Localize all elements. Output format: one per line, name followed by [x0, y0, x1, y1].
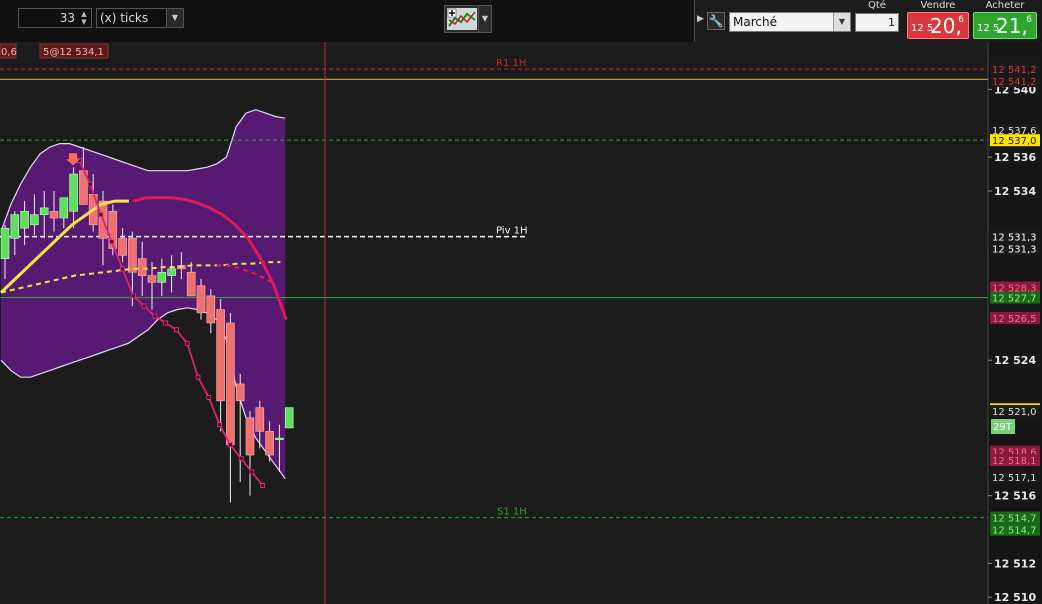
signal-marker: [152, 313, 158, 319]
price-tag-label: 12 527,7: [992, 294, 1037, 305]
signal-marker: [227, 442, 233, 448]
order-type-select[interactable]: Marché ▼: [729, 12, 851, 32]
chevron-down-icon[interactable]: ▼: [833, 13, 850, 31]
level-label-r1-1h: R1 1H: [496, 58, 526, 69]
price-tag-label: 12 531,3: [992, 233, 1037, 244]
sell-button[interactable]: 12 5 20, 6: [907, 12, 969, 39]
signal-marker: [238, 456, 244, 461]
buy-label: Acheter: [985, 0, 1025, 11]
signal-marker: [174, 327, 179, 333]
top-toolbar: 33 ▲ ▼ (x) ticks ▼ ▼ ▶ 🔧 Marché ▼ Qté 1 V…: [0, 0, 1042, 43]
candle-body: [284, 407, 294, 429]
candle-body: [0, 227, 10, 259]
price-tag-label: 12 541,2: [992, 65, 1037, 76]
price-chart[interactable]: R1 1H Piv 1H S1 1H 12 510 12 512 12 516 12 52…: [0, 42, 1042, 604]
signal-marker: [109, 239, 115, 245]
candle-body: [275, 437, 284, 440]
signal-marker: [98, 212, 104, 218]
price-tag-label: 12 541,2: [992, 77, 1037, 88]
price-tag-label: 12 531,3: [992, 245, 1037, 256]
candle-body: [49, 210, 59, 219]
candle-body: [118, 238, 127, 256]
candle-body: [10, 214, 20, 239]
candle-body: [167, 268, 176, 276]
tick-count-value: 33: [59, 11, 75, 25]
price-tag-label: 12 514,7: [992, 514, 1037, 525]
add-indicator-icon: [447, 8, 477, 30]
play-icon[interactable]: ▶: [697, 14, 704, 24]
level-label-piv-1h: Piv 1H: [496, 226, 528, 237]
price-tag-label: 12 537,0: [992, 136, 1037, 147]
candle-body: [69, 173, 78, 212]
price-tag-label: 12 517,1: [992, 473, 1037, 484]
wrench-icon[interactable]: 🔧: [707, 12, 725, 30]
candle-body: [216, 309, 225, 402]
axis-tick-label: 12 536: [994, 151, 1036, 164]
signal-marker: [184, 340, 190, 346]
signal-marker: [120, 266, 125, 272]
qty-label: Qté: [868, 0, 886, 11]
price-tags: 12 541,212 541,212 537,612 537,012 531,3…: [990, 63, 1040, 537]
info-label-2: 5@12 534,1: [43, 47, 104, 58]
axis-tick-label: 12 524: [994, 354, 1036, 367]
sell-label: Vendre: [920, 0, 956, 11]
candle-body: [128, 238, 137, 273]
candle-body: [147, 275, 157, 283]
buy-price-main: 21,: [996, 14, 1028, 38]
countdown-badge: 29T: [991, 419, 1015, 434]
candle-body: [59, 197, 69, 219]
candle-body: [226, 322, 235, 446]
signal-marker: [249, 469, 255, 475]
candle-body: [196, 285, 206, 314]
tick-unit-label: (x) ticks: [100, 11, 149, 25]
order-type-value: Marché: [733, 15, 777, 29]
chart-tools-button[interactable]: ▼: [444, 5, 492, 33]
candle-body: [265, 431, 274, 456]
candle-body: [20, 210, 29, 229]
candle-body: [206, 295, 216, 324]
signal-marker: [141, 303, 147, 309]
chevron-down-icon[interactable]: ▼: [166, 9, 183, 27]
spinner-arrows-icon[interactable]: ▲ ▼: [78, 10, 90, 26]
top-left-info: 0,6 5@12 534,1: [0, 43, 109, 59]
price-tag-label: 12 526,5: [992, 314, 1037, 325]
qty-input[interactable]: 1: [855, 13, 899, 32]
signal-marker: [206, 395, 212, 400]
signal-marker: [163, 320, 169, 326]
candle-body: [157, 271, 167, 283]
tick-count-spinner[interactable]: 33 ▲ ▼: [18, 8, 92, 28]
axis-tick-label: 12 510: [994, 591, 1036, 604]
order-panel: ▶ 🔧 Marché ▼ Qté 1 Vendre Acheter 12 5 2…: [694, 0, 1041, 43]
axis-tick-label: 12 516: [994, 490, 1036, 503]
level-label-s1-1h: S1 1H: [497, 507, 527, 518]
info-label-1: 0,6: [1, 47, 17, 58]
axis-tick-label: 12 512: [994, 557, 1036, 570]
sell-price-sup: 6: [958, 15, 964, 25]
candle-body: [186, 271, 196, 297]
price-tag-label: 12 518,1: [992, 456, 1037, 467]
candle-body: [255, 407, 265, 432]
signal-marker: [260, 483, 266, 488]
signal-marker: [87, 181, 93, 187]
axis-tick-label: 12 534: [994, 185, 1036, 198]
candle-body: [30, 214, 39, 226]
price-tag-label: 12 514,7: [992, 526, 1037, 537]
signal-marker: [195, 374, 201, 380]
signal-marker: [130, 293, 136, 299]
candle-body: [235, 383, 245, 402]
sell-price-main: 20,: [930, 14, 962, 38]
tick-unit-select[interactable]: (x) ticks ▼: [96, 8, 184, 28]
candle-body: [245, 417, 255, 456]
buy-price-sup: 6: [1026, 15, 1032, 25]
candle-body: [39, 207, 49, 215]
price-tag-label: 12 521,0: [992, 407, 1037, 418]
chevron-down-icon[interactable]: ▼: [478, 6, 491, 32]
candle-body: [137, 258, 147, 276]
signal-marker: [217, 422, 222, 427]
buy-button[interactable]: 12 5 21, 6: [973, 12, 1037, 39]
countdown-label: 29T: [993, 422, 1013, 433]
